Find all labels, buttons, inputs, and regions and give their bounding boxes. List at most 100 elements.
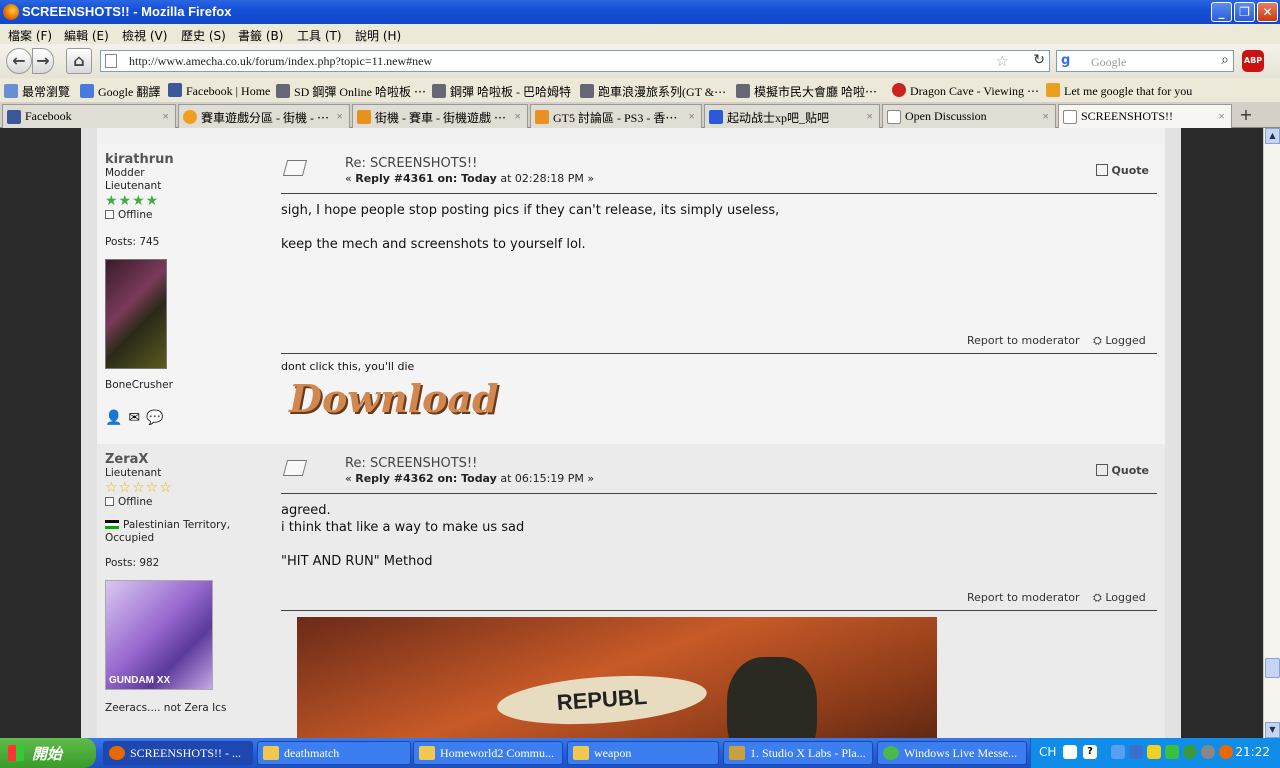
- profile-icon[interactable]: 👤: [105, 410, 122, 426]
- network-icon[interactable]: [1129, 745, 1143, 759]
- forum-thread: kirathrun Modder Lieutenant ★★★★ Offline…: [81, 128, 1181, 738]
- report-link[interactable]: Report to moderator: [967, 334, 1080, 347]
- bookmark-sd-gundam[interactable]: SD 鋼彈 Online 哈啦板 ⋯: [276, 83, 426, 100]
- menu-history[interactable]: 歷史 (S): [181, 27, 226, 44]
- taskbar: 開始 SCREENSHOTS!! - ... deathmatch Homewo…: [0, 738, 1280, 768]
- menu-file[interactable]: 檔案 (F): [8, 27, 52, 44]
- bookmark-sims-board[interactable]: 模擬市民大會廳 哈啦⋯: [736, 83, 877, 100]
- vertical-scrollbar[interactable]: ▲ ▼: [1263, 128, 1280, 738]
- bookmark-lmgtfy[interactable]: Let me google that for you: [1046, 83, 1192, 99]
- menu-view[interactable]: 檢視 (V): [122, 27, 167, 44]
- start-button[interactable]: 開始: [0, 738, 96, 768]
- globe-icon[interactable]: [1183, 745, 1197, 759]
- back-button[interactable]: ←: [6, 48, 32, 74]
- facebook-icon: [168, 83, 182, 97]
- pm-icon[interactable]: 💬: [146, 410, 163, 426]
- bookmark-google-translate[interactable]: Google 翻譯: [80, 83, 160, 100]
- menu-bookmarks[interactable]: 書籤 (B): [238, 27, 283, 44]
- task-weapon[interactable]: weapon: [567, 741, 719, 765]
- task-deathmatch[interactable]: deathmatch: [257, 741, 411, 765]
- tray-arrow-icon[interactable]: [1111, 745, 1125, 759]
- reply-info: « Reply #4362 on: Today at 06:15:19 PM »: [345, 472, 595, 485]
- online-status: Offline: [105, 496, 265, 509]
- facebook-icon: [7, 110, 21, 124]
- scroll-down-arrow-icon[interactable]: ▼: [1265, 722, 1280, 738]
- close-tab-icon[interactable]: ×: [162, 109, 169, 124]
- bookmark-star-icon[interactable]: ☆: [996, 52, 1009, 70]
- forward-button[interactable]: →: [32, 48, 54, 74]
- close-tab-icon[interactable]: ×: [1042, 109, 1049, 124]
- dragon-icon: [580, 84, 594, 98]
- menu-edit[interactable]: 編輯 (E): [64, 27, 109, 44]
- maximize-button[interactable]: ❐: [1234, 2, 1255, 22]
- divider: [281, 193, 1157, 194]
- firefox-icon: [109, 746, 125, 760]
- close-tab-icon[interactable]: ×: [1218, 109, 1225, 124]
- gas-mask-figure: [727, 657, 817, 738]
- task-messenger[interactable]: Windows Live Messe...: [877, 741, 1027, 765]
- title-bar: SCREENSHOTS!! - Mozilla Firefox _ ❐ ✕: [0, 0, 1280, 24]
- menu-tools[interactable]: 工具 (T): [297, 27, 342, 44]
- tab-arcade-racing[interactable]: 街機 - 賽車 - 街機遊戲 ⋯ ×: [352, 104, 528, 128]
- address-bar[interactable]: http://www.amecha.co.uk/forum/index.php?…: [100, 50, 1050, 72]
- post-subject[interactable]: Re: SCREENSHOTS!!: [345, 156, 477, 171]
- scroll-up-arrow-icon[interactable]: ▲: [1265, 128, 1280, 144]
- keyboard-icon[interactable]: [1063, 745, 1077, 759]
- tab-facebook[interactable]: Facebook ×: [2, 104, 176, 128]
- home-button[interactable]: ⌂: [66, 48, 92, 74]
- reload-icon[interactable]: ↻: [1033, 52, 1045, 68]
- messenger-tray-icon[interactable]: [1165, 745, 1179, 759]
- task-homeworld[interactable]: Homeworld2 Commu...: [413, 741, 563, 765]
- bookmark-facebook[interactable]: Facebook | Home: [168, 83, 270, 99]
- quote-button[interactable]: Quote: [1095, 164, 1149, 177]
- close-tab-icon[interactable]: ×: [336, 109, 343, 124]
- tab-racing-games[interactable]: 賽車遊戲分區 - 街機 - ⋯ ×: [178, 104, 350, 128]
- report-link[interactable]: Report to moderator: [967, 591, 1080, 604]
- bookmark-dragon-cave[interactable]: Dragon Cave - Viewing ⋯: [892, 83, 1039, 99]
- speaker-icon[interactable]: [1201, 745, 1215, 759]
- warning-icon[interactable]: [1147, 745, 1161, 759]
- tab-screenshots[interactable]: SCREENSHOTS!! ×: [1058, 104, 1232, 128]
- menu-help[interactable]: 說明 (H): [355, 27, 401, 44]
- bookmark-most-visited[interactable]: 最常瀏覽: [4, 83, 70, 100]
- personal-text: BoneCrusher: [105, 379, 173, 391]
- chat-icon: [183, 110, 197, 124]
- close-tab-icon[interactable]: ×: [688, 109, 695, 124]
- close-tab-icon[interactable]: ×: [514, 109, 521, 124]
- task-firefox[interactable]: SCREENSHOTS!! - ...: [103, 741, 253, 765]
- ip-icon: ⛭: [1093, 334, 1102, 347]
- task-studio-x[interactable]: 1. Studio X Labs - Pla...: [723, 741, 873, 765]
- scroll-thumb[interactable]: [1265, 658, 1280, 678]
- firefox-tray-icon[interactable]: [1219, 745, 1233, 759]
- quote-button[interactable]: Quote: [1095, 464, 1149, 477]
- close-tab-icon[interactable]: ×: [866, 109, 873, 124]
- translate-icon: [80, 84, 94, 98]
- minimize-button[interactable]: _: [1211, 2, 1232, 22]
- clock[interactable]: 21:22: [1235, 745, 1270, 759]
- poster-name[interactable]: ZeraX: [105, 452, 265, 467]
- language-indicator[interactable]: CH: [1039, 745, 1056, 759]
- email-icon[interactable]: ✉: [128, 410, 140, 426]
- new-tab-button[interactable]: +: [1234, 105, 1258, 127]
- tab-gt5-forum[interactable]: GT5 討論區 - PS3 - 香⋯ ×: [530, 104, 702, 128]
- search-input[interactable]: g Google ⌕: [1056, 50, 1234, 72]
- u-logo-icon: [357, 110, 371, 124]
- download-banner[interactable]: Download: [289, 376, 499, 421]
- google-icon[interactable]: g: [1061, 53, 1077, 69]
- adblock-button[interactable]: ABP: [1242, 50, 1274, 72]
- tab-bar: Facebook × 賽車遊戲分區 - 街機 - ⋯ × 街機 - 賽車 - 街機遊…: [0, 102, 1280, 128]
- post-count: Posts: 982: [105, 557, 160, 569]
- bookmark-gundam-board[interactable]: 鋼彈 哈啦板 - 巴哈姆特: [432, 83, 571, 100]
- folder-icon: [263, 746, 279, 760]
- tab-open-discussion[interactable]: Open Discussion ×: [882, 104, 1056, 128]
- magnifier-icon[interactable]: ⌕: [1221, 52, 1229, 68]
- post-subject[interactable]: Re: SCREENSHOTS!!: [345, 456, 477, 471]
- close-button[interactable]: ✕: [1257, 2, 1278, 22]
- bookmark-gt-series[interactable]: 跑車浪漫旅系列(GT &⋯: [580, 83, 726, 100]
- avatar-caption: GUNDAM XX: [109, 675, 171, 686]
- help-icon[interactable]: ?: [1083, 745, 1097, 759]
- egg-icon: [892, 83, 906, 97]
- logged-label: ⛭ Logged: [1093, 334, 1146, 347]
- poster-name[interactable]: kirathrun: [105, 152, 265, 167]
- tab-tieba[interactable]: 起动战士xp吧_贴吧 ×: [704, 104, 880, 128]
